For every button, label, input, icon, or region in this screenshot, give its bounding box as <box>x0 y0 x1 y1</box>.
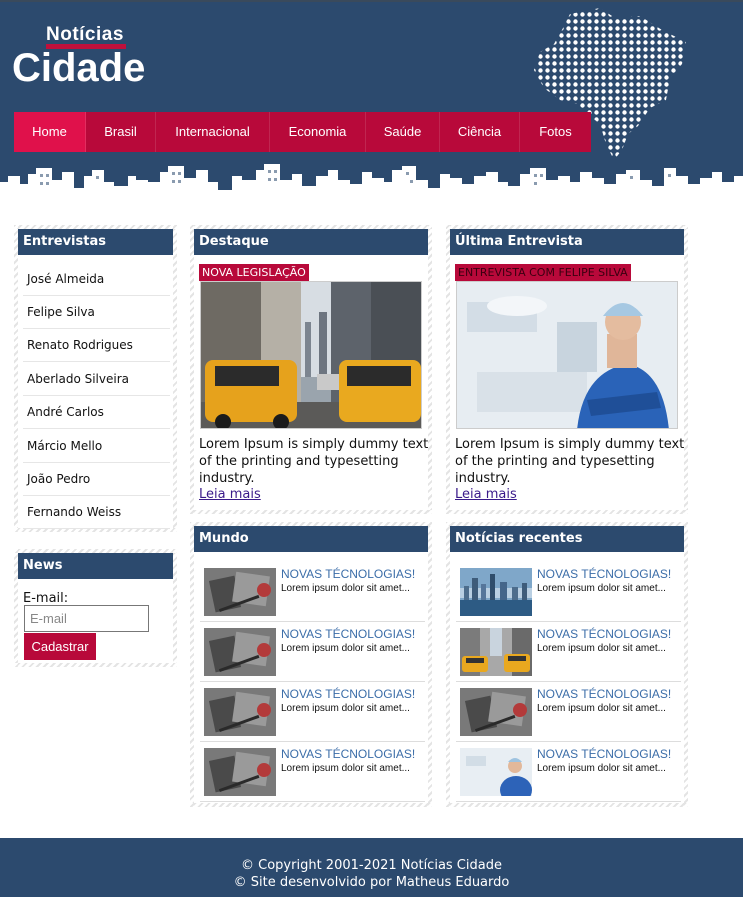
mundo-item-text: Lorem ipsum dolor sit amet... <box>281 763 410 774</box>
destaque-text: Lorem Ipsum is simply dummy text of the … <box>199 437 429 486</box>
recentes-item-title[interactable]: NOVAS TÉCNOLOGIAS! <box>537 747 671 761</box>
mundo-item[interactable]: NOVAS TÉCNOLOGIAS! Lorem ipsum dolor sit… <box>200 562 425 622</box>
nav-brasil[interactable]: Brasil <box>86 112 156 152</box>
logo-small-text: Notícias <box>46 24 124 45</box>
recentes-item-text: Lorem ipsum dolor sit amet... <box>537 763 666 774</box>
recentes-item-title[interactable]: NOVAS TÉCNOLOGIAS! <box>537 687 671 701</box>
entrevista-item[interactable]: José Almeida <box>23 263 170 296</box>
ultima-entrevista-tag: ENTREVISTA COM FELIPE SILVA <box>455 264 631 281</box>
city-skyline-decoration <box>0 164 743 208</box>
email-label: E-mail: <box>23 591 69 606</box>
mundo-item[interactable]: NOVAS TÉCNOLOGIAS! Lorem ipsum dolor sit… <box>200 622 425 682</box>
mundo-item-title[interactable]: NOVAS TÉCNOLOGIAS! <box>281 627 415 641</box>
mundo-title: Mundo <box>194 526 428 552</box>
destaque-read-more-link[interactable]: Leia mais <box>199 487 261 502</box>
recentes-item-text: Lorem ipsum dolor sit amet... <box>537 703 666 714</box>
recentes-item[interactable]: NOVAS TÉCNOLOGIAS! Lorem ipsum dolor sit… <box>456 742 681 802</box>
mundo-panel: Mundo NOVAS TÉCNOLOGIAS! Lorem ipsum dol… <box>190 522 432 807</box>
entrevistas-title: Entrevistas <box>18 229 173 255</box>
newsletter-panel: News E-mail: Cadastrar <box>14 549 177 667</box>
notebook-thumbnail <box>204 748 276 796</box>
destaque-panel: Destaque NOVA LEGISLAÇÃO Lorem Ipsum is … <box>190 225 432 514</box>
mundo-item-text: Lorem ipsum dolor sit amet... <box>281 703 410 714</box>
notebook-thumbnail <box>204 568 276 616</box>
nav-home[interactable]: Home <box>14 112 86 152</box>
nav-internacional[interactable]: Internacional <box>156 112 270 152</box>
entrevista-item[interactable]: Fernando Weiss <box>23 496 170 529</box>
skyline-thumbnail <box>460 568 532 616</box>
nav-saude[interactable]: Saúde <box>366 112 440 152</box>
site-header: Notícias Cidade Home Brasil Internaciona… <box>0 2 743 208</box>
nav-fotos[interactable]: Fotos <box>520 112 591 152</box>
site-logo[interactable]: Notícias Cidade <box>12 22 157 92</box>
subscribe-button[interactable]: Cadastrar <box>24 633 96 660</box>
mundo-item-title[interactable]: NOVAS TÉCNOLOGIAS! <box>281 687 415 701</box>
main-nav: Home Brasil Internacional Economia Saúde… <box>14 112 591 152</box>
destaque-photo[interactable] <box>200 281 422 429</box>
recentes-item-text: Lorem ipsum dolor sit amet... <box>537 643 666 654</box>
notebook-thumbnail <box>460 688 532 736</box>
recentes-item[interactable]: NOVAS TÉCNOLOGIAS! Lorem ipsum dolor sit… <box>456 562 681 622</box>
noticias-recentes-title: Notícias recentes <box>450 526 684 552</box>
logo-big-text: Cidade <box>12 46 146 90</box>
mundo-item[interactable]: NOVAS TÉCNOLOGIAS! Lorem ipsum dolor sit… <box>200 682 425 742</box>
destaque-title: Destaque <box>194 229 428 255</box>
entrevista-item[interactable]: André Carlos <box>23 396 170 429</box>
notebook-thumbnail <box>204 628 276 676</box>
entrevista-item[interactable]: Renato Rodrigues <box>23 329 170 362</box>
nav-economia[interactable]: Economia <box>270 112 366 152</box>
ultima-entrevista-read-more-link[interactable]: Leia mais <box>455 487 517 502</box>
ultima-entrevista-panel: Última Entrevista ENTREVISTA COM FELIPE … <box>446 225 688 514</box>
destaque-tag: NOVA LEGISLAÇÃO <box>199 264 309 281</box>
footer-credits: © Site desenvolvido por Matheus Eduardo <box>233 875 510 890</box>
entrevista-item[interactable]: Márcio Mello <box>23 430 170 463</box>
entrevistas-panel: Entrevistas José Almeida Felipe Silva Re… <box>14 225 177 532</box>
footer-copyright: © Copyright 2001-2021 Notícias Cidade <box>241 858 502 873</box>
mundo-item[interactable]: NOVAS TÉCNOLOGIAS! Lorem ipsum dolor sit… <box>200 742 425 802</box>
mundo-item-text: Lorem ipsum dolor sit amet... <box>281 583 410 594</box>
nav-ciencia[interactable]: Ciência <box>440 112 520 152</box>
doctor-thumbnail <box>460 748 532 796</box>
recentes-item-text: Lorem ipsum dolor sit amet... <box>537 583 666 594</box>
mundo-item-text: Lorem ipsum dolor sit amet... <box>281 643 410 654</box>
email-field[interactable] <box>24 605 149 632</box>
ultima-entrevista-photo[interactable] <box>456 281 678 429</box>
entrevista-item[interactable]: João Pedro <box>23 463 170 496</box>
taxi-thumbnail <box>460 628 532 676</box>
site-footer: © Copyright 2001-2021 Notícias Cidade © … <box>0 838 743 897</box>
notebook-thumbnail <box>204 688 276 736</box>
ultima-entrevista-title: Última Entrevista <box>450 229 684 255</box>
mundo-item-title[interactable]: NOVAS TÉCNOLOGIAS! <box>281 567 415 581</box>
newsletter-title: News <box>18 553 173 579</box>
entrevista-item[interactable]: Aberlado Silveira <box>23 363 170 396</box>
ultima-entrevista-text: Lorem Ipsum is simply dummy text of the … <box>455 437 685 486</box>
entrevista-item[interactable]: Felipe Silva <box>23 296 170 329</box>
recentes-item-title[interactable]: NOVAS TÉCNOLOGIAS! <box>537 567 671 581</box>
mundo-item-title[interactable]: NOVAS TÉCNOLOGIAS! <box>281 747 415 761</box>
noticias-recentes-panel: Notícias recentes NOVAS TÉCNOLOGIAS! Lor… <box>446 522 688 807</box>
recentes-item[interactable]: NOVAS TÉCNOLOGIAS! Lorem ipsum dolor sit… <box>456 622 681 682</box>
recentes-item[interactable]: NOVAS TÉCNOLOGIAS! Lorem ipsum dolor sit… <box>456 682 681 742</box>
recentes-item-title[interactable]: NOVAS TÉCNOLOGIAS! <box>537 627 671 641</box>
